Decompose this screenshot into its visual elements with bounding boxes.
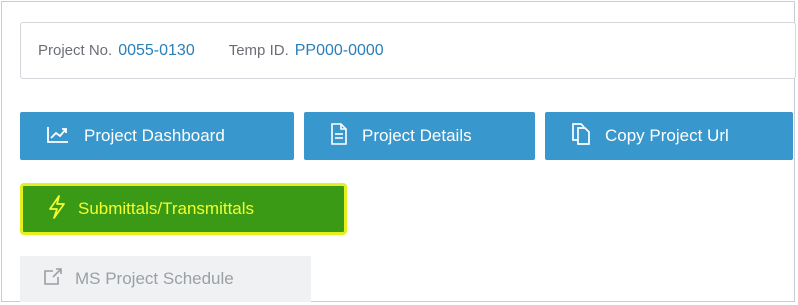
ms-project-schedule-label: MS Project Schedule [75,269,234,288]
ms-project-schedule-button[interactable]: MS Project Schedule [20,256,311,302]
document-icon [330,122,348,150]
project-details-label: Project Details [362,126,472,145]
line-chart-icon [46,124,70,149]
project-no-value: 0055-0130 [118,41,195,59]
submittals-transmittals-label: Submittals/Transmittals [78,199,255,218]
submittals-transmittals-button[interactable]: Submittals/Transmittals [20,183,347,235]
project-details-button[interactable]: Project Details [304,112,535,160]
copy-project-url-button[interactable]: Copy Project Url [545,112,793,160]
project-info-bar: Project No. 0055-0130 Temp ID. PP000-000… [20,22,796,79]
copy-icon [571,122,591,150]
external-link-icon [43,267,63,291]
temp-id-value: PP000-0000 [294,41,384,59]
project-dashboard-button[interactable]: Project Dashboard [20,112,294,160]
project-no-label: Project No. [38,42,113,59]
project-dashboard-label: Project Dashboard [84,126,225,145]
lightning-icon [48,194,66,224]
temp-id-label: Temp ID. [228,42,289,59]
project-actions-panel: Project No. 0055-0130 Temp ID. PP000-000… [0,0,798,305]
copy-project-url-label: Copy Project Url [605,126,729,145]
